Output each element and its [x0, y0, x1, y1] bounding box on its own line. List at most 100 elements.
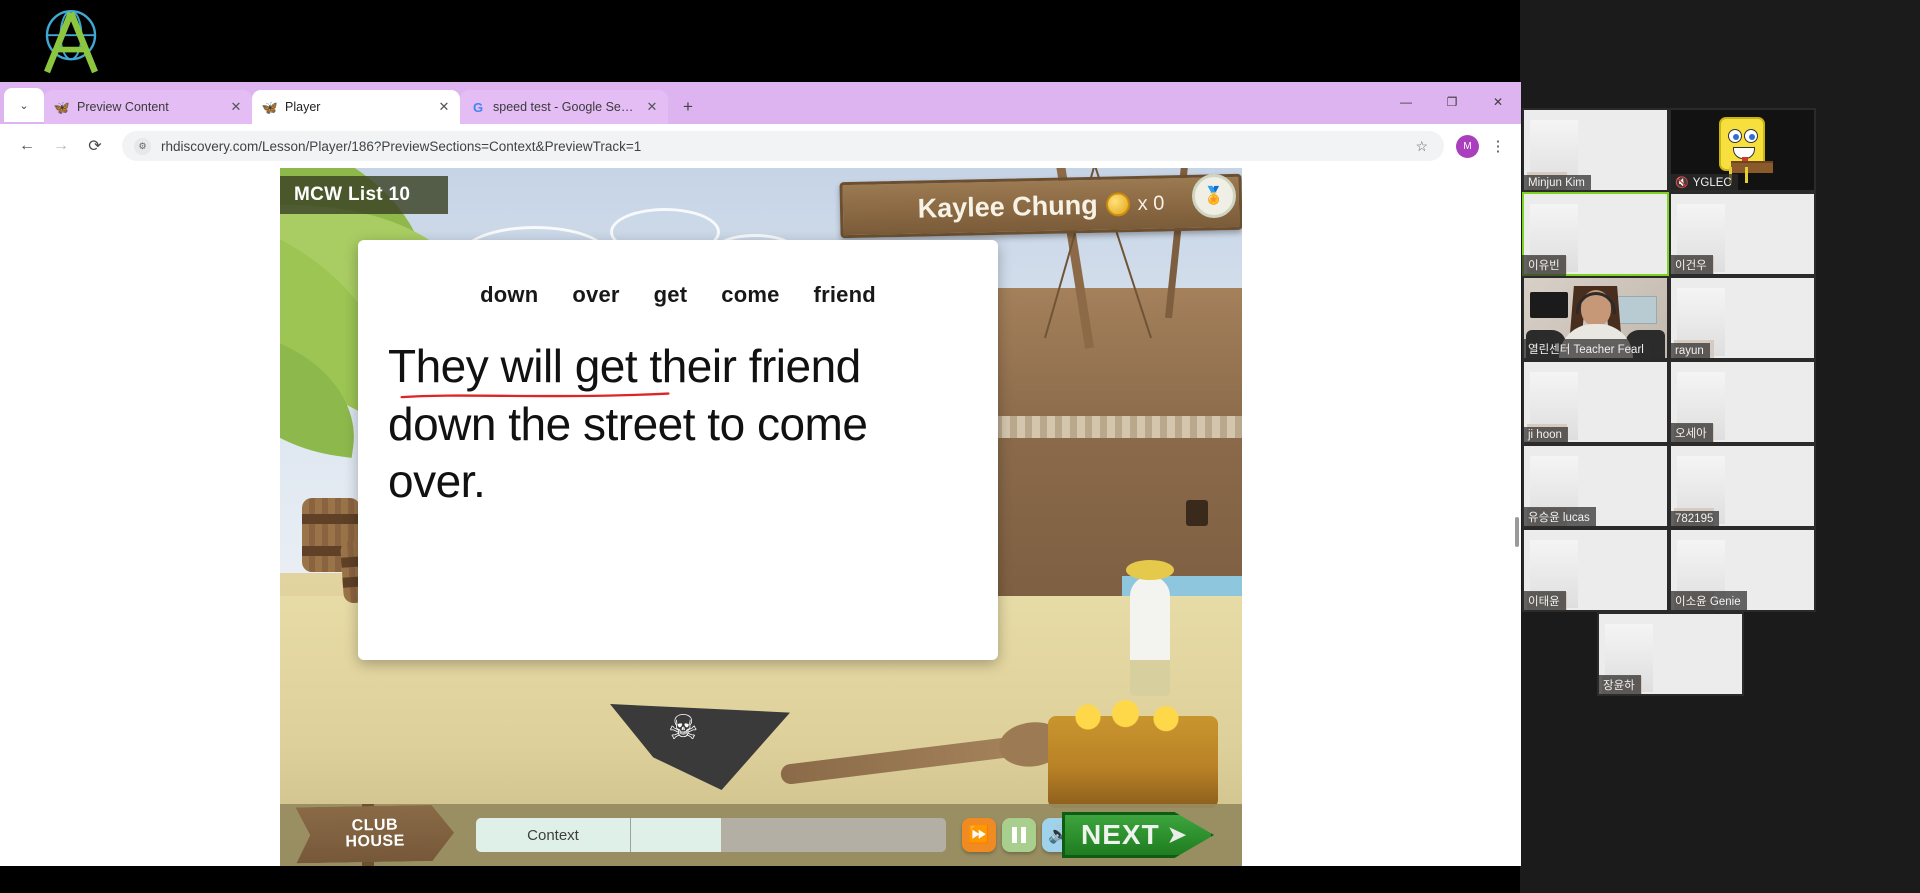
- video-tile[interactable]: 이소윤 Genie: [1669, 528, 1816, 612]
- participant-name-label: rayun: [1669, 343, 1710, 360]
- video-tile-grid: Minjun Kim 🔇 YGLEC 이유빈 이건우열린센터 Teacher Fearl…: [1522, 108, 1918, 696]
- video-tile-row: 이유빈 이건우: [1522, 192, 1918, 276]
- skip-icon[interactable]: ⏩: [962, 818, 996, 852]
- bookmark-star-icon[interactable]: ☆: [1415, 138, 1432, 155]
- player-control-bar: CLUB HOUSE Context ⏩ 🔊 NEXT ➤: [280, 804, 1242, 866]
- pause-icon[interactable]: [1002, 818, 1036, 852]
- ship-porthole: [1186, 500, 1208, 526]
- coin-icon: [1105, 192, 1130, 217]
- video-tile[interactable]: 장윤하: [1597, 612, 1744, 696]
- video-tile-row: 이태윤 이소윤 Genie: [1522, 528, 1918, 612]
- butterfly-icon: 🦋: [53, 99, 71, 115]
- address-bar[interactable]: ⚙ rhdiscovery.com/Lesson/Player/186?Prev…: [122, 131, 1444, 161]
- close-window-button[interactable]: ✕: [1475, 82, 1521, 122]
- new-tab-button[interactable]: +: [674, 93, 702, 121]
- profile-avatar[interactable]: M: [1456, 134, 1479, 158]
- participant-name-label: 🔇 YGLEC: [1669, 174, 1738, 192]
- skull-icon: ☠: [668, 709, 699, 747]
- sentence-line: They will get their friend: [388, 340, 861, 392]
- participant-name: 이건우: [1675, 260, 1707, 272]
- treasure-chest-decor: [1048, 700, 1218, 808]
- video-tile-row: 유승윤 lucas 782195: [1522, 444, 1918, 528]
- tab-title: Preview Content: [77, 100, 169, 114]
- lesson-progress-track[interactable]: Context: [476, 818, 946, 852]
- muted-microphone-icon: 🔇: [1675, 177, 1689, 189]
- pause-bars: [1012, 827, 1026, 843]
- url-text: rhdiscovery.com/Lesson/Player/186?Previe…: [161, 138, 642, 154]
- tab-search-chevron-icon[interactable]: ⌄: [4, 88, 44, 122]
- participant-name: 열린센터 Teacher Fearl: [1528, 344, 1644, 356]
- participant-name: Minjun Kim: [1528, 177, 1585, 189]
- tab-player[interactable]: 🦋 Player ✕: [252, 90, 460, 124]
- target-word[interactable]: over: [572, 282, 619, 308]
- clubhouse-label-line2: HOUSE: [345, 832, 405, 851]
- participant-name-label: 이태윤: [1522, 591, 1566, 612]
- target-word[interactable]: come: [721, 282, 779, 308]
- next-label: NEXT: [1081, 819, 1160, 850]
- participant-name: ji hoon: [1528, 429, 1562, 441]
- student-name-sign: Kaylee Chung x 0: [839, 173, 1242, 239]
- participant-name-label: 유승윤 lucas: [1522, 507, 1596, 528]
- gold-coins-decor: [1058, 700, 1208, 734]
- forward-button[interactable]: →: [46, 131, 76, 161]
- target-word-list: down over get come friend: [388, 282, 968, 308]
- video-tile-row: Minjun Kim 🔇 YGLEC: [1522, 108, 1918, 192]
- minimize-button[interactable]: —: [1383, 82, 1429, 122]
- tab-title: Player: [285, 100, 321, 114]
- window-controls: — ❐ ✕: [1383, 82, 1521, 122]
- screen-root: Minjun Kim 🔇 YGLEC 이유빈 이건우열린센터 Teacher Fearl…: [0, 0, 1920, 893]
- chrome-browser-window: ⌄ 🦋 Preview Content ✕ 🦋 Player ✕ G speed…: [0, 82, 1521, 866]
- reload-button[interactable]: ⟳: [80, 131, 110, 161]
- participant-name: 이소윤 Genie: [1675, 596, 1741, 608]
- progress-filled: [631, 818, 721, 852]
- target-word[interactable]: down: [480, 282, 538, 308]
- participant-name-label: 이소윤 Genie: [1669, 591, 1747, 612]
- next-button[interactable]: NEXT ➤: [1062, 812, 1214, 858]
- video-tile[interactable]: ji hoon: [1522, 360, 1669, 444]
- participant-name: 이유빈: [1528, 260, 1560, 272]
- participant-name-label: Minjun Kim: [1522, 175, 1591, 192]
- target-word[interactable]: get: [654, 282, 688, 308]
- close-icon[interactable]: ✕: [644, 99, 660, 115]
- google-icon: G: [472, 99, 484, 115]
- video-tile[interactable]: 오세아: [1669, 360, 1816, 444]
- close-icon[interactable]: ✕: [228, 99, 244, 115]
- close-icon[interactable]: ✕: [436, 99, 452, 115]
- video-tile[interactable]: 이유빈: [1522, 192, 1669, 276]
- participant-name: 유승윤 lucas: [1528, 512, 1590, 524]
- video-tile[interactable]: rayun: [1669, 276, 1816, 360]
- target-word[interactable]: friend: [814, 282, 876, 308]
- participant-name-label: 782195: [1669, 511, 1720, 528]
- video-tile[interactable]: 782195: [1669, 444, 1816, 528]
- browser-menu-icon[interactable]: ⋮: [1487, 137, 1509, 155]
- video-tile[interactable]: 이태윤: [1522, 528, 1669, 612]
- participant-name-label: 이유빈: [1522, 255, 1566, 276]
- page-scrollbar[interactable]: [1515, 517, 1519, 547]
- student-name: Kaylee Chung: [917, 189, 1098, 224]
- tab-preview-content[interactable]: 🦋 Preview Content ✕: [44, 90, 252, 124]
- video-tile-row: 장윤하: [1522, 612, 1918, 696]
- butterfly-icon: 🦋: [261, 99, 279, 115]
- participant-name-label: 이건우: [1669, 255, 1713, 276]
- arrow-right-icon: ➤: [1167, 822, 1188, 847]
- participant-name: YGLEC: [1692, 177, 1732, 189]
- lesson-player-stage: ☠ MCW List 10 Kaylee Chung x 0 🏅 down ov…: [280, 168, 1242, 866]
- video-tile[interactable]: 🔇 YGLEC: [1669, 108, 1816, 192]
- site-settings-icon[interactable]: ⚙: [134, 137, 151, 155]
- back-button[interactable]: ←: [12, 131, 42, 161]
- clubhouse-button[interactable]: CLUB HOUSE: [296, 805, 455, 864]
- video-tile[interactable]: 열린센터 Teacher Fearl: [1522, 276, 1669, 360]
- video-tile[interactable]: Minjun Kim: [1522, 108, 1669, 192]
- context-sentence: They will get their friend down the stree…: [388, 338, 968, 511]
- sentence-line: down the street to come: [388, 397, 868, 450]
- pirate-character-decor: [1126, 560, 1174, 696]
- video-tile[interactable]: 이건우: [1669, 192, 1816, 276]
- maximize-button[interactable]: ❐: [1429, 82, 1475, 122]
- video-tile-row: ji hoon 오세아: [1522, 360, 1918, 444]
- tab-speed-test[interactable]: G speed test - Google Search ✕: [460, 90, 668, 124]
- pirate-hat: [1126, 560, 1174, 580]
- video-tile[interactable]: 유승윤 lucas: [1522, 444, 1669, 528]
- browser-toolbar: ← → ⟳ ⚙ rhdiscovery.com/Lesson/Player/18…: [0, 124, 1521, 168]
- badge-icon[interactable]: 🏅: [1192, 174, 1236, 218]
- tab-strip: ⌄ 🦋 Preview Content ✕ 🦋 Player ✕ G speed…: [0, 82, 1521, 124]
